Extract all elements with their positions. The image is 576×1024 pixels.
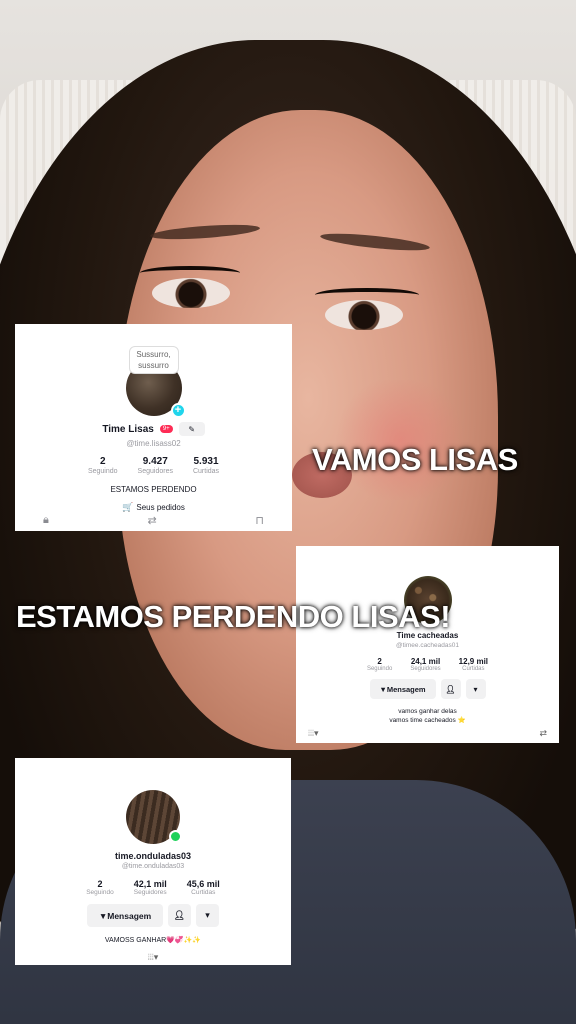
notification-badge: 9+ (159, 425, 173, 433)
profile-tabs: 🔒︎ ⇄ ⊓ (15, 514, 292, 527)
stat-label: Curtidas (191, 889, 216, 896)
orders-link[interactable]: 🛒 Seus pedidos (122, 502, 185, 513)
stat-label: Seguindo (86, 889, 114, 896)
stat-following[interactable]: 2 Seguindo (86, 879, 113, 896)
bookmark-icon[interactable]: ⊓ (255, 514, 264, 527)
caption-vamos-lisas: VAMOS LISAS (312, 442, 518, 477)
profile-name: Time Lisas (102, 423, 154, 435)
profile-stats: 2 Seguindo 24,1 mil Seguidores 12,9 mil … (367, 657, 488, 672)
profile-name: time.onduladas03 (114, 851, 192, 861)
user-check-icon: 👤︎ (445, 684, 456, 694)
stat-value: 5.931 (193, 456, 219, 467)
stat-value: 24,1 mil (410, 657, 441, 666)
following-button[interactable]: 👤︎ (440, 679, 461, 699)
stat-label: Curtidas (192, 468, 220, 475)
lock-icon[interactable]: 🔒︎ (43, 514, 49, 527)
bio-line: vamos time cacheados ⭐ (389, 717, 466, 724)
edit-profile-button[interactable]: ✎ (178, 422, 205, 436)
send-icon: ▼ (98, 910, 108, 921)
caption-estamos-perdendo: ESTAMOS PERDENDO LISAS! (16, 599, 451, 634)
stat-value: 42,1 mil (133, 879, 167, 889)
profile-handle: @timee.cacheadas01 (396, 642, 459, 649)
profile-bio: vamos ganhar delas vamos time cacheados … (389, 707, 465, 725)
stat-following[interactable]: 2 Seguindo (88, 456, 118, 475)
message-label: Mensagem (107, 910, 152, 921)
more-options-button[interactable]: ▾ (465, 679, 486, 699)
online-status-icon (169, 830, 182, 843)
profile-card-time-lisas: Sussurro, sussurro + Time Lisas 9+ ✎ @ti… (15, 324, 292, 531)
message-button[interactable]: ▼ Mensagem (369, 679, 436, 699)
profile-stats: 2 Seguindo 9.427 Seguidores 5.931 Curtid… (88, 456, 219, 475)
send-icon: ▼ (379, 684, 387, 694)
stat-value: 2 (99, 456, 106, 467)
status-tooltip: Sussurro, sussurro (128, 346, 179, 374)
stat-label: Seguidores (133, 889, 167, 896)
pencil-icon: ✎ (188, 424, 196, 434)
profile-card-time-onduladas: time.onduladas03 @time.onduladas03 2 Seg… (15, 758, 291, 965)
grid-filter-icon[interactable]: ⦙⦙⦙▾ (308, 728, 319, 739)
stat-followers[interactable]: 9.427 Seguidores (138, 456, 173, 475)
stat-value: 2 (97, 879, 103, 889)
stat-followers[interactable]: 42,1 mil Seguidores (134, 879, 167, 896)
stat-likes[interactable]: 45,6 mil Curtidas (187, 879, 220, 896)
stat-value: 12,9 mil (458, 657, 489, 666)
profile-tabs: ⦙⦙⦙▾ ⇄ (308, 728, 547, 739)
following-button[interactable]: 👤︎ (168, 904, 191, 927)
add-story-icon[interactable]: + (170, 403, 186, 418)
cart-icon: 🛒 (122, 502, 134, 512)
profile-bio: VAMOSS GANHAR💗💞✨✨ (104, 937, 202, 944)
avatar[interactable] (126, 790, 182, 844)
profile-card-time-cacheadas: Time cacheadas @timee.cacheadas01 2 Segu… (296, 546, 559, 743)
bio-line: vamos ganhar delas (398, 708, 457, 715)
stat-value: 45,6 mil (186, 879, 220, 889)
profile-handle: @time.lisass02 (126, 439, 181, 448)
repost-icon[interactable]: ⇄ (148, 514, 157, 527)
repost-icon[interactable]: ⇄ (539, 728, 547, 739)
message-label: Mensagem (386, 684, 426, 694)
grid-filter-icon[interactable]: ⦙⦙⦙▾ (148, 952, 159, 963)
profile-actions: ▼ Mensagem 👤︎ ▾ (87, 904, 219, 927)
stat-following[interactable]: 2 Seguindo (367, 657, 392, 672)
orders-label: Seus pedidos (136, 503, 185, 512)
stat-label: Curtidas (462, 666, 485, 672)
message-button[interactable]: ▼ Mensagem (87, 904, 163, 927)
chevron-down-icon: ▾ (473, 684, 478, 694)
stat-value: 2 (377, 657, 382, 666)
chevron-down-icon: ▾ (205, 910, 210, 920)
stat-followers[interactable]: 24,1 mil Seguidores (410, 657, 440, 672)
stat-label: Seguindo (366, 666, 393, 672)
profile-actions: ▼ Mensagem 👤︎ ▾ (369, 679, 486, 699)
user-check-icon: 👤︎ (173, 910, 186, 920)
stat-label: Seguindo (87, 468, 118, 475)
stat-value: 9.427 (142, 456, 168, 467)
stat-label: Seguidores (137, 468, 173, 475)
stat-likes[interactable]: 5.931 Curtidas (193, 456, 219, 475)
stat-likes[interactable]: 12,9 mil Curtidas (459, 657, 488, 672)
more-options-button[interactable]: ▾ (196, 904, 219, 927)
profile-handle: @time.onduladas03 (121, 863, 185, 870)
profile-bio: ESTAMOS PERDENDO (110, 485, 197, 494)
stat-label: Seguidores (410, 666, 441, 672)
profile-stats: 2 Seguindo 42,1 mil Seguidores 45,6 mil … (86, 879, 220, 896)
